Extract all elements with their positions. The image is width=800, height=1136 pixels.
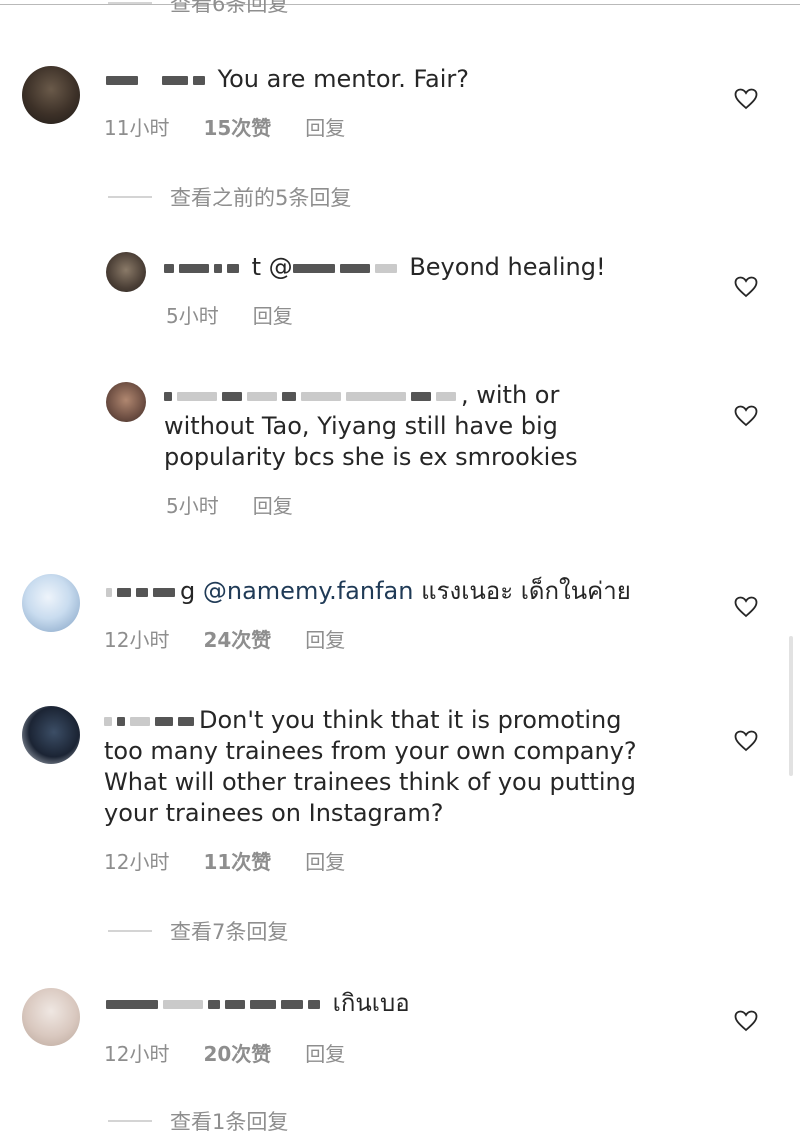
reply-button[interactable]: 回复 xyxy=(305,846,345,875)
blurred-username[interactable] xyxy=(104,716,112,726)
like-count[interactable]: 20次赞 xyxy=(203,1038,271,1067)
heart-icon[interactable] xyxy=(734,730,758,752)
reply-button[interactable]: 回复 xyxy=(253,300,293,329)
blurred-username[interactable] xyxy=(164,263,174,273)
reply-button[interactable]: 回复 xyxy=(305,112,345,141)
blurred-username[interactable] xyxy=(106,75,138,85)
reply-button[interactable]: 回复 xyxy=(253,490,293,519)
like-count[interactable]: 11次赞 xyxy=(203,846,271,875)
comment-body: แรงเนอะ เด็กในค่าย xyxy=(421,577,631,605)
comment-meta: 5小时 回复 xyxy=(166,490,293,519)
view-replies-button[interactable]: 查看1条回复 xyxy=(108,1106,288,1136)
avatar[interactable] xyxy=(22,66,80,124)
comment-body: เกินเบอ xyxy=(332,989,410,1017)
heart-icon[interactable] xyxy=(734,596,758,618)
comment-body: Beyond healing! xyxy=(409,253,606,281)
heart-icon[interactable] xyxy=(734,405,758,427)
comment-text: g @namemy.fanfan แรงเนอะ เด็กในค่าย xyxy=(106,576,631,607)
divider xyxy=(108,930,152,932)
avatar[interactable] xyxy=(22,706,80,764)
comment-time: 11小时 xyxy=(104,116,170,140)
comment-text: You are mentor. Fair? xyxy=(106,64,469,95)
divider xyxy=(108,1120,152,1122)
avatar[interactable] xyxy=(22,988,80,1046)
divider xyxy=(108,196,152,198)
comment-time: 12小时 xyxy=(104,1042,170,1066)
like-count[interactable]: 15次赞 xyxy=(203,112,271,141)
avatar[interactable] xyxy=(106,252,146,292)
comment-time: 12小时 xyxy=(104,628,170,652)
comment-time: 5小时 xyxy=(166,304,219,328)
avatar[interactable] xyxy=(106,382,146,422)
comment-meta: 11小时 15次赞 回复 xyxy=(104,112,345,141)
blurred-username[interactable] xyxy=(106,999,158,1009)
avatar[interactable] xyxy=(22,574,80,632)
divider xyxy=(108,2,152,4)
scrollbar[interactable] xyxy=(789,636,793,776)
blurred-username[interactable] xyxy=(164,391,172,401)
heart-icon[interactable] xyxy=(734,276,758,298)
view-replies-button[interactable]: 查看6条回复 xyxy=(108,0,288,18)
heart-icon[interactable] xyxy=(734,88,758,110)
view-replies-button[interactable]: 查看之前的5条回复 xyxy=(108,182,351,212)
comment-meta: 12小时 20次赞 回复 xyxy=(104,1038,345,1067)
blurred-username[interactable] xyxy=(106,587,112,597)
view-replies-button[interactable]: 查看7条回复 xyxy=(108,916,288,946)
comment-meta: 5小时 回复 xyxy=(166,300,293,329)
comment-text: t @ Beyond healing! xyxy=(164,252,606,283)
mention-prefix: t @ xyxy=(251,253,293,281)
comment-time: 12小时 xyxy=(104,850,170,874)
comment-text: Don't you think that it is promoting too… xyxy=(104,706,637,827)
comment-body: You are mentor. Fair? xyxy=(217,65,470,93)
comment-text: เกินเบอ xyxy=(106,988,410,1019)
comment-time: 5小时 xyxy=(166,494,219,518)
like-count[interactable]: 24次赞 xyxy=(203,624,271,653)
comment-meta: 12小时 24次赞 回复 xyxy=(104,624,345,653)
mention-link[interactable]: @namemy.fanfan xyxy=(203,577,414,605)
reply-button[interactable]: 回复 xyxy=(305,624,345,653)
heart-icon[interactable] xyxy=(734,1010,758,1032)
comment-meta: 12小时 11次赞 回复 xyxy=(104,846,345,875)
comment-text: , with or without Tao, Yiyang still have… xyxy=(164,381,578,471)
reply-button[interactable]: 回复 xyxy=(305,1038,345,1067)
